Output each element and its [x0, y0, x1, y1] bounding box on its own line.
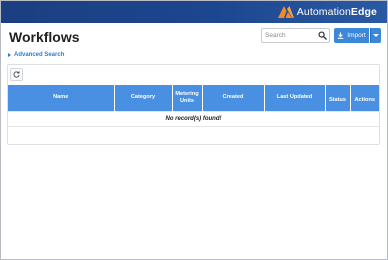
top-header-bar: AutomationEdge [1, 1, 387, 23]
workflows-table: Name Category Metering Units Created Las… [8, 85, 379, 127]
column-header-actions: Actions [350, 85, 379, 111]
automationedge-logo-icon [277, 6, 294, 18]
workflows-grid-panel: Name Category Metering Units Created Las… [7, 64, 380, 145]
empty-state-row: No record(s) found! [8, 110, 379, 127]
download-icon [337, 32, 344, 39]
advanced-search-toggle[interactable]: Advanced Search [8, 52, 64, 58]
refresh-button[interactable] [10, 68, 23, 81]
column-header-name[interactable]: Name [8, 85, 115, 111]
column-header-last-updated[interactable]: Last Updated [264, 85, 326, 111]
empty-state-message: No record(s) found! [8, 110, 379, 127]
search-icon[interactable] [318, 31, 327, 40]
brand-logo[interactable]: AutomationEdge [277, 5, 377, 19]
search-input[interactable] [265, 29, 317, 42]
caret-down-icon [373, 34, 379, 37]
caret-right-icon [8, 53, 11, 57]
search-field[interactable] [261, 28, 330, 43]
advanced-search-label: Advanced Search [14, 52, 65, 58]
brand-name: AutomationEdge [296, 6, 377, 18]
import-label: Import [347, 32, 366, 39]
page-title: Workflows [9, 29, 80, 45]
column-header-metering-units[interactable]: Metering Units [172, 85, 203, 111]
column-header-created[interactable]: Created [202, 85, 265, 111]
import-dropdown-toggle[interactable] [370, 28, 381, 43]
refresh-icon [13, 71, 20, 78]
column-header-status[interactable]: Status [325, 85, 351, 111]
import-button[interactable]: Import [334, 28, 369, 43]
column-header-category[interactable]: Category [114, 85, 173, 111]
table-header-row: Name Category Metering Units Created Las… [8, 85, 379, 111]
